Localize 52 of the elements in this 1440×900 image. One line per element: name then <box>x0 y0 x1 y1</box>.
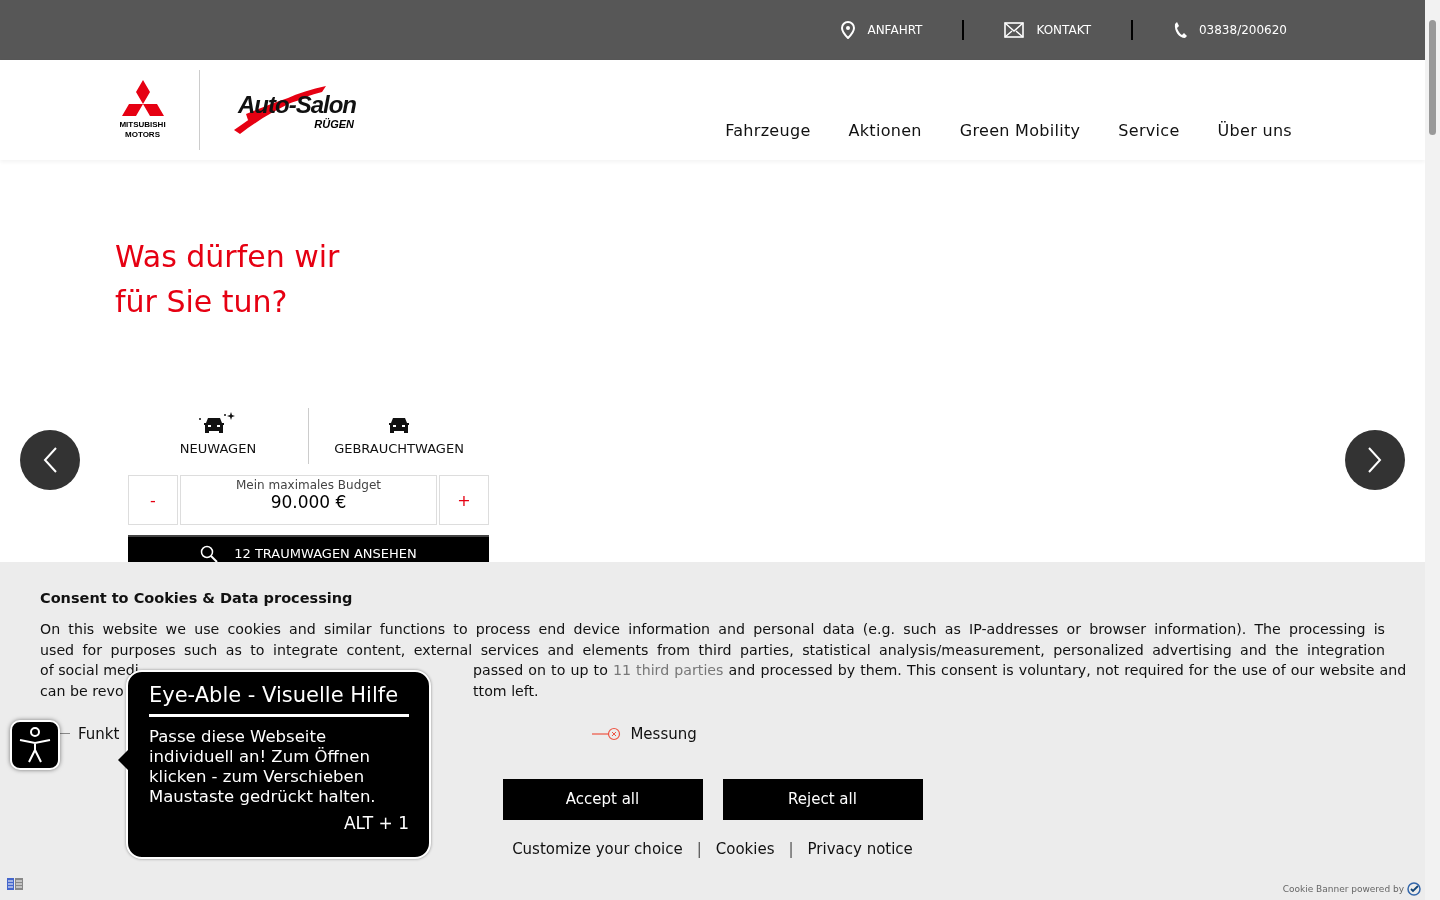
nav-link[interactable]: Fahrzeuge <box>725 121 811 140</box>
accessibility-button[interactable] <box>10 720 60 770</box>
envelope-icon <box>1004 22 1025 38</box>
tooltip-text: Passe diese Webseite individuell an! Zum Öffnen klicken - zum Verschieben Maustaste gedrückt halten. <box>149 727 377 807</box>
scrollbar[interactable] <box>1425 0 1440 900</box>
unchecked-toggle-icon[interactable] <box>592 726 623 741</box>
brand-logo[interactable]: MITSUBISHI MOTORS <box>114 80 171 140</box>
chevron-right-icon <box>1367 446 1383 474</box>
consent-button[interactable]: Reject all <box>722 778 923 820</box>
budget-field[interactable]: Mein maximales Budget 90.000 € <box>180 475 437 525</box>
vehicle-type-tab[interactable]: GEBRAUCHTWAGEN <box>308 408 489 464</box>
toggle-label: Funkt <box>78 724 120 743</box>
vehicle-type-tab[interactable]: NEUWAGEN <box>128 408 308 464</box>
consent-text: used for purposes such as to integrate content, external services and elements from third parties, statistical analysis/measurement, personalized advertising and the integration <box>40 640 1385 660</box>
nav-link[interactable]: Green Mobility <box>959 121 1081 140</box>
previous-slide-button[interactable] <box>20 430 80 490</box>
banner-link[interactable]: Privacy notice <box>807 839 913 858</box>
third-parties-link[interactable]: 11 third parties <box>612 662 724 679</box>
topbar-link[interactable]: KONTAKT <box>1004 22 1091 38</box>
separator: | <box>788 839 794 858</box>
next-slide-button[interactable] <box>1345 430 1405 490</box>
consent-button[interactable]: Accept all <box>502 778 703 820</box>
chevron-left-icon <box>42 446 58 474</box>
search-button[interactable]: 12 TRAUMWAGEN ANSEHEN <box>128 535 489 562</box>
search-icon <box>200 544 219 562</box>
nav-link[interactable]: Aktionen <box>848 121 922 140</box>
consent-text: can be revo <box>40 682 124 702</box>
topbar-link[interactable]: 03838/200620 <box>1172 21 1287 39</box>
hero-heading: Was dürfen wir für Sie tun? <box>115 238 341 321</box>
increase-button[interactable]: + <box>439 475 489 525</box>
checkmark-badge-icon[interactable] <box>1407 882 1421 896</box>
banner-link[interactable]: Cookies <box>715 839 775 858</box>
banner-title: Consent to Cookies & Data processing <box>40 590 354 606</box>
consent-text: ttom left. <box>473 682 539 702</box>
tooltip-title: Eye-Able - Visuelle Hilfe <box>149 683 409 717</box>
nav-link[interactable]: Über uns <box>1217 121 1292 140</box>
topbar-link[interactable]: ANFAHRT <box>841 21 923 39</box>
language-flag-icon[interactable] <box>7 878 23 890</box>
consent-text: passed on to up to 11 third parties and processed by them. This consent is voluntary, not required for the use of our website and <box>473 661 1407 681</box>
accessibility-figure-icon <box>18 726 52 764</box>
toggle-label: Messung <box>630 724 697 743</box>
decrease-button[interactable]: - <box>128 475 178 525</box>
phone-icon <box>1172 21 1187 39</box>
banner-link[interactable]: Customize your choice <box>512 839 683 858</box>
consent-text: On this website we use cookies and similar functions to process end device information and personal data (e.g. such as IP-addresses or browser information). The processing is <box>40 620 1385 639</box>
separator: | <box>696 839 702 858</box>
consent-text: of social medi <box>40 661 139 681</box>
keyboard-shortcut: ALT + 1 <box>343 813 409 833</box>
location-pin-icon <box>841 21 856 39</box>
powered-by-text: Cookie Banner powered by <box>1282 884 1404 894</box>
toggle-line-icon[interactable] <box>60 732 70 735</box>
nav-link[interactable]: Service <box>1118 121 1180 140</box>
